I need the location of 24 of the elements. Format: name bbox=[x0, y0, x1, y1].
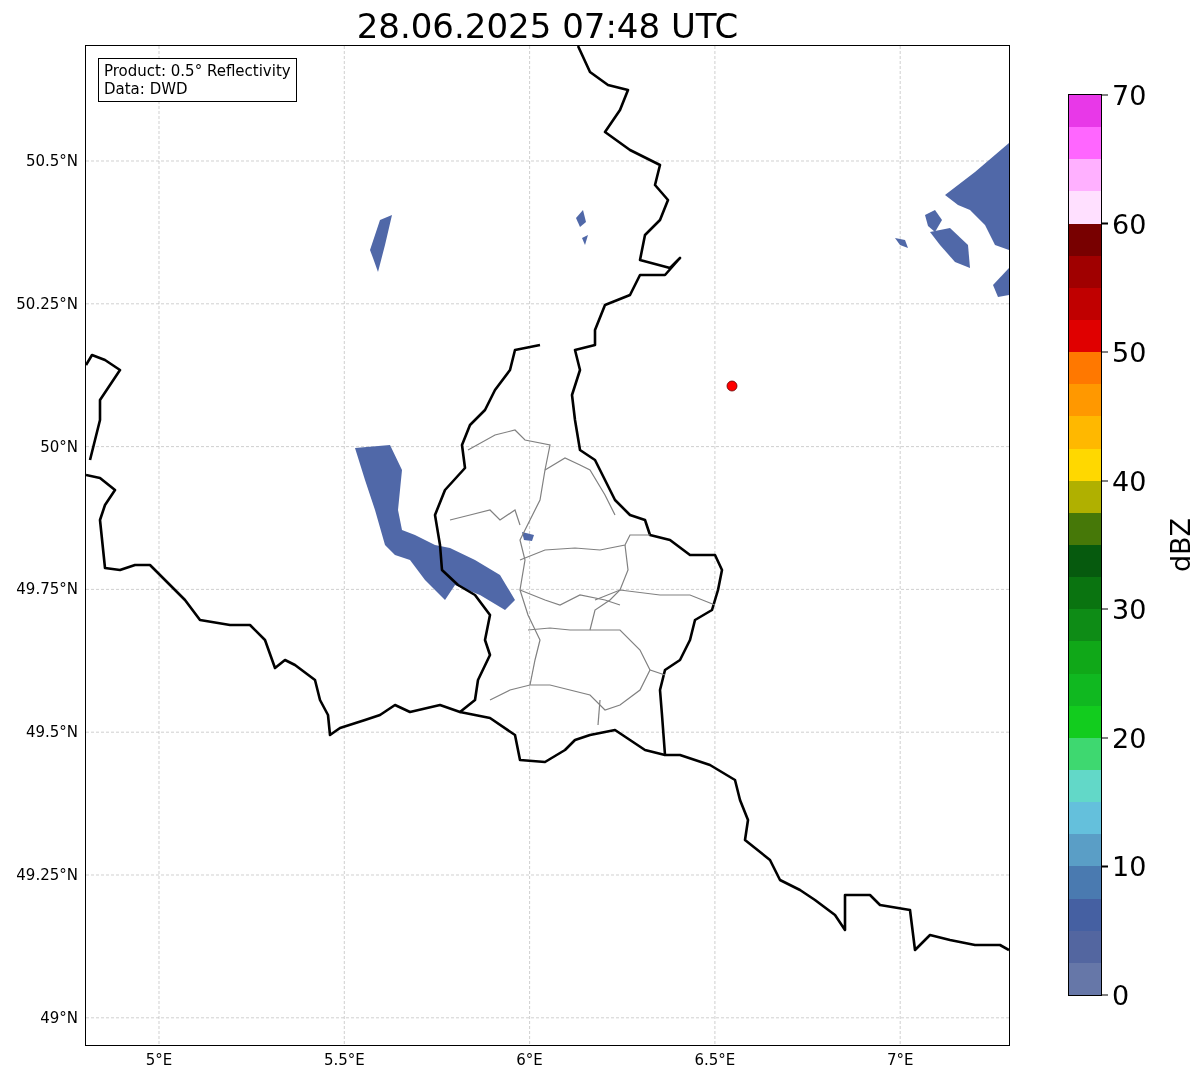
latitude-label: 50°N bbox=[40, 439, 78, 455]
chart-title: 28.06.2025 07:48 UTC bbox=[355, 5, 740, 45]
longitude-label: 6.5°E bbox=[694, 1053, 736, 1068]
colorbar-tick-label: 70 bbox=[1112, 81, 1147, 109]
latitude-label: 49.5°N bbox=[25, 724, 78, 740]
longitude-label: 6°E bbox=[516, 1053, 543, 1068]
longitude-label: 5.5°E bbox=[323, 1053, 365, 1068]
latitude-label: 49.25°N bbox=[16, 867, 78, 883]
latitude-label: 50.5°N bbox=[25, 153, 78, 169]
colorbar-tick-label: 20 bbox=[1112, 724, 1147, 752]
latitude-label: 49.75°N bbox=[16, 581, 78, 597]
longitude-label: 5°E bbox=[145, 1053, 173, 1068]
colorbar-tick-label: 40 bbox=[1112, 467, 1147, 495]
info-box: Product: 0.5° Reflectivity Data: DWD bbox=[98, 58, 297, 102]
colorbar-tick-label: 50 bbox=[1112, 338, 1147, 366]
colorbar-tick-label: 0 bbox=[1112, 981, 1130, 1009]
longitude-label: 7°E bbox=[886, 1053, 914, 1068]
colorbar-label: dBZ bbox=[1164, 517, 1196, 573]
colorbar-tick-label: 30 bbox=[1112, 595, 1147, 623]
latitude-label: 50.25°N bbox=[16, 296, 78, 312]
radar-site-marker bbox=[726, 380, 738, 392]
colorbar-tick-label: 60 bbox=[1112, 210, 1147, 238]
colorbar-tick-label: 10 bbox=[1112, 852, 1147, 880]
latitude-label: 49°N bbox=[40, 1010, 78, 1026]
